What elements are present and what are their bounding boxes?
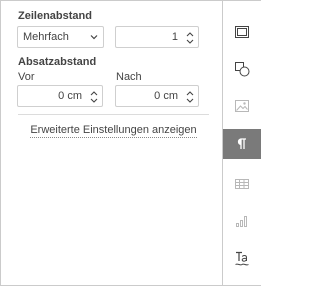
shape-settings-button[interactable]: [223, 54, 261, 84]
image-icon: [234, 98, 250, 114]
slide-settings-button[interactable]: [223, 17, 261, 47]
text-art-settings-button[interactable]: [223, 244, 261, 274]
advanced-settings-link-text: Erweiterte Einstellungen anzeigen: [30, 124, 197, 138]
spin-up-button[interactable]: [184, 29, 196, 37]
paragraph-settings: Zeilenabstand Mehrfach 1 Absatzabstand V…: [1, 1, 222, 285]
line-spacing-title: Zeilenabstand: [18, 10, 92, 22]
spacing-before-label: Vor: [18, 71, 35, 83]
spin-up-button[interactable]: [184, 88, 196, 96]
chevron-down-icon: [89, 32, 99, 42]
paragraph-icon: [234, 136, 250, 152]
spin-down-button[interactable]: [184, 96, 196, 104]
line-spacing-amount-spinner[interactable]: 1: [115, 26, 199, 48]
spinner-buttons: [184, 29, 196, 45]
advanced-settings-link[interactable]: Erweiterte Einstellungen anzeigen: [18, 124, 209, 138]
divider: [18, 114, 209, 115]
settings-toolbar: [222, 1, 261, 285]
spacing-after-value: 0 cm: [154, 90, 178, 102]
right-settings-panel: Zeilenabstand Mehrfach 1 Absatzabstand V…: [0, 0, 261, 286]
line-spacing-mode-value: Mehrfach: [23, 31, 69, 43]
paragraph-settings-button[interactable]: [223, 129, 261, 159]
image-settings-button[interactable]: [223, 91, 261, 121]
table-icon: [234, 176, 250, 192]
table-settings-button[interactable]: [223, 169, 261, 199]
spin-down-button[interactable]: [184, 37, 196, 45]
spin-down-button[interactable]: [88, 96, 100, 104]
spacing-before-spinner[interactable]: 0 cm: [17, 85, 103, 107]
shape-icon: [234, 61, 250, 77]
chart-icon: [234, 213, 250, 229]
spacing-after-label: Nach: [116, 71, 142, 83]
spinner-buttons: [88, 88, 100, 104]
text-art-icon: [234, 250, 250, 268]
line-spacing-mode-combo[interactable]: Mehrfach: [17, 26, 104, 48]
spacing-after-spinner[interactable]: 0 cm: [115, 85, 199, 107]
slide-icon: [234, 24, 250, 40]
spinner-buttons: [184, 88, 196, 104]
chart-settings-button[interactable]: [223, 206, 261, 236]
spin-up-button[interactable]: [88, 88, 100, 96]
spacing-before-value: 0 cm: [58, 90, 82, 102]
paragraph-spacing-title: Absatzabstand: [18, 56, 97, 68]
line-spacing-amount-value: 1: [171, 31, 178, 43]
